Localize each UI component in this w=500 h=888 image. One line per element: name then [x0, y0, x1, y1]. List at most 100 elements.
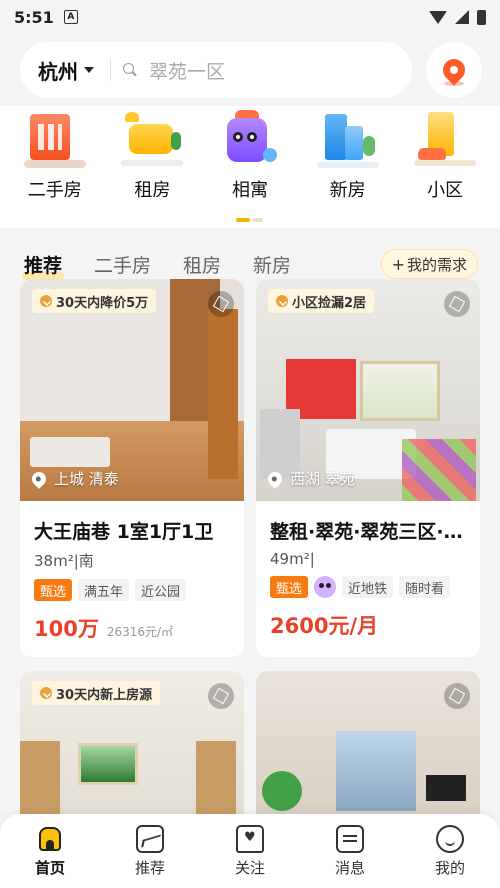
listing-meta: 38m²|南	[34, 552, 94, 570]
status-bar: 5:51 A	[0, 0, 500, 34]
listing-photo: 小区捡漏2居 西湖 翠苑	[256, 279, 480, 501]
notification-icon: A	[63, 10, 78, 24]
vr-cube-icon[interactable]	[208, 291, 234, 317]
category-xiangyu[interactable]: 相寓	[205, 110, 295, 202]
nav-follow[interactable]: 关注	[205, 824, 295, 878]
status-icons	[429, 9, 486, 25]
listing-card[interactable]: 30天内新上房源	[20, 671, 244, 831]
battery-icon	[477, 9, 486, 25]
category-rent[interactable]: 租房	[107, 110, 197, 202]
category-new-home[interactable]: 新房	[303, 110, 393, 202]
search-input[interactable]: 翠苑一区	[149, 57, 225, 84]
vr-cube-icon[interactable]	[444, 683, 470, 709]
plus-icon: +	[391, 254, 405, 274]
nav-home[interactable]: 首页	[5, 825, 95, 878]
mascot-bag-icon	[219, 110, 281, 168]
tag: 满五年	[78, 579, 130, 601]
location-label: 上城 清泰	[54, 470, 119, 488]
heart-icon	[236, 824, 264, 853]
vr-cube-icon[interactable]	[208, 683, 234, 709]
yellow-building-icon	[414, 110, 477, 168]
listing-price: 2600元/月	[270, 614, 379, 638]
arrow-down-icon	[40, 295, 52, 307]
tab-new-home[interactable]: 新房	[253, 251, 291, 278]
status-time: 5:51	[14, 7, 54, 27]
tab-rent[interactable]: 租房	[183, 251, 221, 278]
page-indicator	[236, 218, 263, 222]
map-button[interactable]	[426, 42, 482, 98]
bargain-badge: 小区捡漏2居	[268, 289, 375, 313]
my-needs-button[interactable]: + 我的需求	[380, 249, 478, 279]
chevron-down-icon[interactable]	[84, 67, 94, 73]
nav-me[interactable]: 我的	[405, 824, 495, 878]
listing-card[interactable]: 30天内降价5万 上城 清泰 大王庙巷 1室1厅1卫 38m²|南 甄选 满五年…	[20, 279, 244, 657]
listing-card[interactable]: 小区捡漏2居 西湖 翠苑 整租·翠苑·翠苑三区·2... 49m²| 甄选 近地…	[256, 279, 480, 657]
red-building-icon	[23, 110, 86, 168]
city-selector[interactable]: 杭州	[38, 56, 78, 85]
sofa-icon	[121, 110, 184, 168]
location-pin-icon	[29, 468, 49, 489]
tag: 近地铁	[342, 576, 394, 598]
category-label: 租房	[134, 180, 171, 201]
nav-label: 推荐	[134, 858, 165, 877]
wifi-icon	[429, 10, 447, 24]
signal-icon	[455, 10, 469, 24]
tag-selected: 甄选	[34, 579, 73, 601]
listing-card[interactable]	[256, 671, 480, 831]
tab-recommend[interactable]: 推荐	[21, 251, 65, 280]
listing-location: 上城 清泰	[29, 468, 119, 489]
tag: 近公园	[135, 579, 187, 601]
trend-icon	[136, 824, 164, 853]
category-panel: 二手房 租房 相寓 新房 小区	[0, 106, 500, 228]
bottom-nav: 首页 推荐 关注 消息 我的	[0, 814, 500, 888]
mascot-icon	[314, 576, 337, 598]
message-icon	[336, 824, 364, 853]
smile-icon	[436, 824, 464, 853]
listing-price: 100万	[34, 617, 99, 641]
listing-photo	[256, 671, 480, 831]
category-second-hand[interactable]: 二手房	[10, 110, 100, 202]
nav-messages[interactable]: 消息	[305, 824, 395, 878]
listing-photo: 30天内降价5万 上城 清泰	[20, 279, 244, 501]
category-label: 二手房	[27, 180, 82, 201]
divider	[110, 59, 111, 81]
location-label: 西湖 翠苑	[290, 470, 355, 488]
nav-label: 首页	[34, 858, 65, 877]
tag-selected: 甄选	[270, 576, 309, 598]
feed-tabs: 推荐 二手房 租房 新房 + 我的需求	[0, 228, 500, 286]
nav-label: 我的	[434, 858, 465, 877]
shield-icon	[276, 295, 288, 307]
price-drop-badge: 30天内降价5万	[32, 289, 157, 313]
map-pin-icon	[438, 54, 470, 86]
nav-recommend[interactable]: 推荐	[105, 824, 195, 878]
listing-photo: 30天内新上房源	[20, 671, 244, 831]
nav-label: 消息	[334, 858, 365, 877]
category-label: 相寓	[231, 180, 268, 201]
page-dot	[253, 218, 263, 222]
listing-meta: 49m²|	[270, 550, 315, 568]
search-bar[interactable]: 杭州 翠苑一区	[20, 42, 412, 98]
page-dot-active	[236, 218, 250, 222]
home-icon	[36, 825, 64, 853]
badge-label: 30天内新上房源	[56, 687, 153, 703]
listing-title: 大王庙巷 1室1厅1卫	[34, 521, 214, 543]
category-community[interactable]: 小区	[400, 110, 490, 202]
my-needs-label: 我的需求	[406, 255, 467, 274]
search-icon	[123, 63, 137, 77]
vr-cube-icon[interactable]	[444, 291, 470, 317]
nav-label: 关注	[234, 858, 265, 877]
tab-second-hand[interactable]: 二手房	[94, 251, 151, 278]
badge-label: 小区捡漏2居	[292, 295, 367, 311]
location-pin-icon	[265, 468, 285, 489]
category-label: 新房	[329, 180, 366, 201]
new-icon	[40, 687, 52, 699]
new-listing-badge: 30天内新上房源	[32, 681, 161, 705]
listing-tags: 甄选 满五年 近公园	[34, 579, 230, 601]
tag: 随时看	[399, 576, 451, 598]
header: 杭州 翠苑一区	[0, 34, 500, 106]
category-label: 小区	[427, 180, 464, 201]
listing-location: 西湖 翠苑	[265, 468, 355, 489]
listing-title: 整租·翠苑·翠苑三区·2...	[270, 521, 466, 543]
blue-building-icon	[316, 110, 379, 168]
listing-tags: 甄选 近地铁 随时看	[270, 576, 466, 598]
